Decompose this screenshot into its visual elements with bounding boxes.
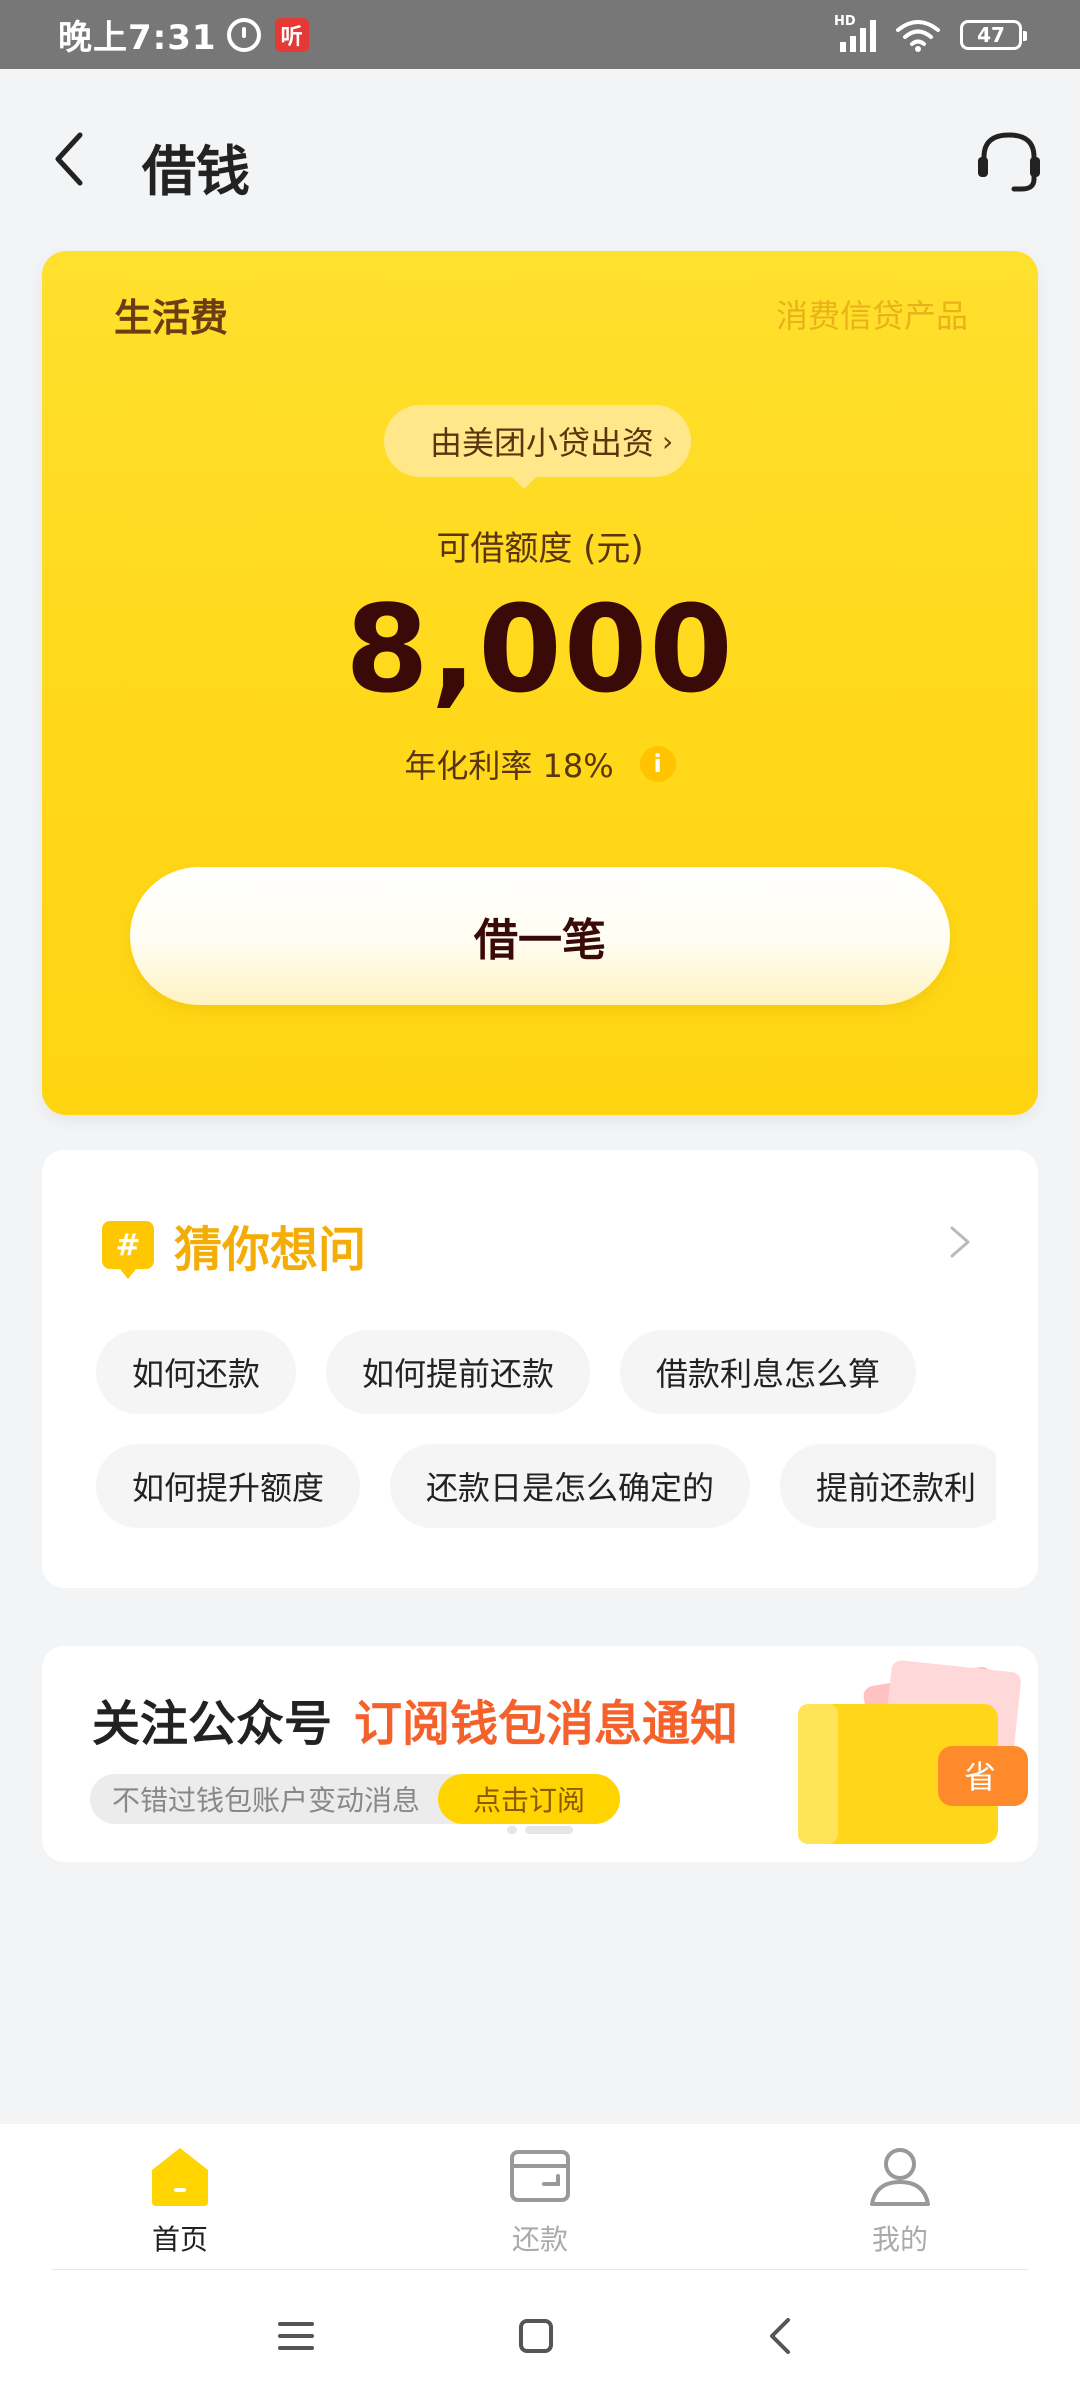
borrow-button[interactable]: 借一笔	[130, 867, 950, 1005]
repay-icon	[510, 2150, 570, 2202]
faq-header: # 猜你想问	[102, 1210, 366, 1280]
faq-chip[interactable]: 还款日是怎么确定的	[390, 1444, 751, 1528]
user-icon	[870, 2148, 930, 2206]
system-nav-bar	[0, 2270, 1080, 2400]
bottom-tab-bar: 首页 还款 我的	[0, 2124, 1080, 2270]
battery-icon: 47	[960, 19, 1027, 50]
interest-rate-row: 年化利率 18% i	[42, 741, 1038, 787]
customer-service-icon[interactable]	[974, 127, 1044, 197]
available-amount-label: 可借额度 (元)	[436, 529, 644, 569]
wifi-icon	[896, 19, 940, 52]
status-bar: 晚上7:31 听 HD 47	[0, 0, 1080, 69]
page-header: 借钱	[0, 69, 1080, 249]
banner-subtitle-pill: 不错过钱包账户变动消息 点击订阅	[90, 1774, 620, 1824]
menu-icon[interactable]	[272, 2312, 320, 2360]
home-icon	[152, 2148, 208, 2206]
banner-title-prefix: 关注公众号	[92, 1696, 333, 1752]
back-arrow-icon	[55, 132, 83, 186]
home-button-icon[interactable]	[512, 2312, 560, 2360]
annual-rate: 年化利率 18%	[404, 747, 614, 785]
lender-text: 由美团小贷出资	[430, 424, 655, 462]
hash-icon: #	[102, 1221, 154, 1279]
battery-level: 47	[977, 22, 1005, 47]
carousel-indicator	[507, 1826, 573, 1834]
tab-mine-label: 我的	[871, 2223, 928, 2256]
subscribe-button[interactable]: 点击订阅	[438, 1774, 620, 1824]
signal-icon: HD	[834, 14, 876, 52]
tab-repay[interactable]: 还款	[450, 2144, 630, 2258]
info-icon[interactable]: i	[639, 746, 676, 782]
subscribe-banner[interactable]: 关注公众号 订阅钱包消息通知 不错过钱包账户变动消息 点击订阅 省	[42, 1646, 1038, 1862]
faq-chip[interactable]: 借款利息怎么算	[620, 1330, 917, 1414]
lender-info-pill[interactable]: 由美团小贷出资 ›	[384, 405, 692, 489]
banner-subtitle: 不错过钱包账户变动消息	[112, 1784, 421, 1817]
loan-card: 生活费 消费信贷产品 由美团小贷出资 › 可借额度 (元) 8,000 年化利率…	[42, 251, 1038, 1115]
faq-chip-list: 如何还款 如何提前还款 借款利息怎么算 如何提升额度 还款日是怎么确定的 提前还…	[96, 1330, 996, 1550]
back-button[interactable]	[48, 127, 88, 191]
tab-home[interactable]: 首页	[90, 2144, 270, 2258]
page-title: 借钱	[142, 140, 250, 203]
listen-app-icon: 听	[274, 17, 309, 52]
alarm-icon	[226, 17, 261, 52]
tab-home-label: 首页	[151, 2223, 208, 2256]
chevron-right-icon[interactable]	[948, 1224, 972, 1260]
faq-chip[interactable]: 如何提前还款	[326, 1330, 591, 1414]
faq-chip-row: 如何提升额度 还款日是怎么确定的 提前还款利	[96, 1444, 996, 1528]
back-nav-icon[interactable]	[758, 2312, 806, 2360]
banner-title: 关注公众号 订阅钱包消息通知	[92, 1684, 738, 1754]
faq-chip[interactable]: 如何还款	[96, 1330, 297, 1414]
tab-repay-label: 还款	[511, 2223, 568, 2256]
faq-chip-row: 如何还款 如何提前还款 借款利息怎么算	[96, 1330, 996, 1414]
available-amount: 8,000	[345, 581, 735, 720]
loan-category-label: 生活费	[114, 296, 229, 340]
product-type-label: 消费信贷产品	[775, 297, 968, 335]
faq-card: # 猜你想问 如何还款 如何提前还款 借款利息怎么算 如何提升额度 还款日是怎么…	[42, 1150, 1038, 1588]
tab-mine[interactable]: 我的	[810, 2144, 990, 2258]
banner-title-highlight: 订阅钱包消息通知	[354, 1696, 739, 1752]
wallet-badge-text: 省	[964, 1758, 996, 1796]
faq-chip[interactable]: 提前还款利	[780, 1444, 996, 1528]
chevron-right-icon: ›	[662, 424, 674, 458]
faq-title: 猜你想问	[174, 1222, 367, 1278]
faq-chip[interactable]: 如何提升额度	[96, 1444, 361, 1528]
network-type: HD	[834, 13, 856, 29]
wallet-icon: 省	[798, 1660, 1028, 1844]
status-time: 晚上7:31	[58, 18, 217, 58]
